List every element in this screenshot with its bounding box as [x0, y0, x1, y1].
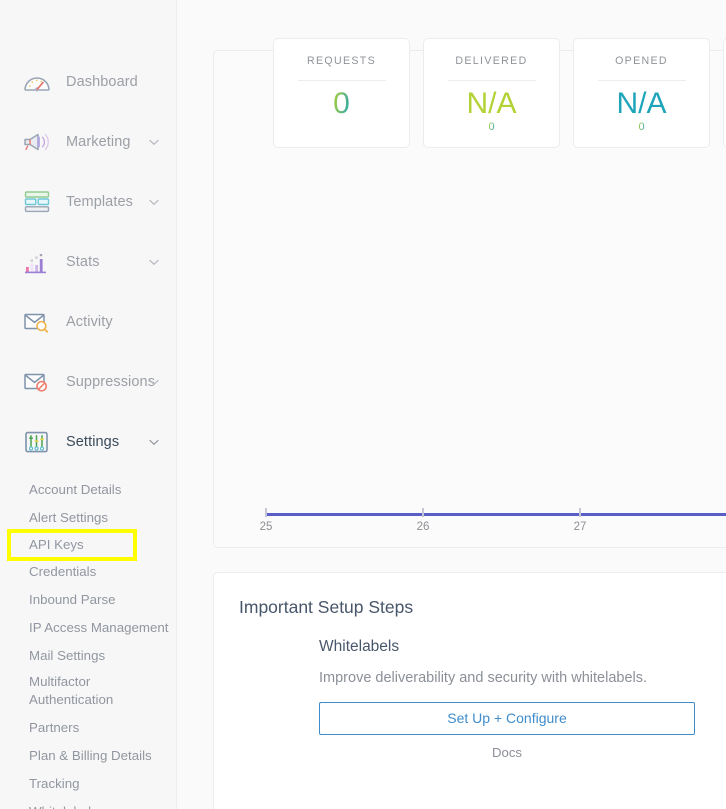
x-axis-tick — [422, 508, 424, 517]
sidebar-item-label: Suppressions — [66, 374, 156, 390]
bar-chart-icon — [22, 247, 52, 277]
settings-submenu: Account Details Alert Settings API Keys … — [0, 472, 176, 809]
chevron-down-icon[interactable] — [149, 259, 159, 267]
sidebar-subitem-tracking[interactable]: Tracking — [0, 770, 176, 798]
divider — [597, 80, 686, 81]
divider — [297, 80, 386, 81]
sidebar-subitem-ip-access-management[interactable]: IP Access Management — [0, 614, 176, 642]
setup-step-title: Whitelabels — [319, 638, 400, 655]
chevron-down-icon[interactable] — [149, 379, 159, 387]
sidebar-item-label: Settings — [66, 434, 120, 450]
sidebar-item-dashboard[interactable]: Dashboard — [0, 52, 176, 112]
stat-card-value: N/A — [616, 87, 667, 120]
sidebar-item-label: Activity — [66, 314, 113, 330]
template-layout-icon — [22, 187, 52, 217]
stat-card-delivered[interactable]: DELIVERED N/A 0 — [423, 38, 560, 148]
setup-step-description: Improve deliverability and security with… — [319, 670, 648, 686]
envelope-blocked-icon — [22, 367, 52, 397]
sidebar-item-label: Templates — [66, 194, 133, 210]
divider — [447, 80, 536, 81]
docs-link[interactable]: Docs — [319, 745, 695, 760]
main-content: 25 26 27 REQUESTS 0 DELIVERED N/A 0 OPEN… — [177, 0, 726, 809]
sidebar-item-templates[interactable]: Templates — [0, 172, 176, 232]
sidebar-item-label: Marketing — [66, 134, 131, 150]
stat-card-opened[interactable]: OPENED N/A 0 — [573, 38, 710, 148]
sidebar-subitem-inbound-parse[interactable]: Inbound Parse — [0, 586, 176, 614]
sidebar-subitem-alert-settings[interactable]: Alert Settings — [0, 504, 176, 532]
x-axis-tick-label: 27 — [573, 521, 587, 533]
sidebar-main-nav: Dashboard Marketing Templates Stats Acti… — [0, 0, 176, 472]
x-axis-tick — [579, 508, 581, 517]
sidebar-subitem-account-details[interactable]: Account Details — [0, 476, 176, 504]
app-root: Dashboard Marketing Templates Stats Acti… — [0, 0, 726, 809]
chevron-down-icon[interactable] — [149, 199, 159, 207]
sidebar-item-settings[interactable]: Settings — [0, 412, 176, 472]
sidebar: Dashboard Marketing Templates Stats Acti… — [0, 0, 177, 809]
megaphone-icon — [22, 127, 52, 157]
important-setup-steps-card: Important Setup Steps Whitelabels Improv… — [213, 572, 726, 809]
sidebar-item-suppressions[interactable]: Suppressions — [0, 352, 176, 412]
sidebar-subitem-credentials[interactable]: Credentials — [0, 558, 176, 586]
x-axis-tick-label: 26 — [416, 521, 430, 533]
sidebar-subitem-mail-settings[interactable]: Mail Settings — [0, 642, 176, 670]
stat-card-title: REQUESTS — [306, 55, 377, 67]
chart-series-line — [265, 513, 726, 516]
sidebar-subitem-whitelabels[interactable]: Whitelabels — [0, 798, 176, 809]
stats-summary-row: REQUESTS 0 DELIVERED N/A 0 OPENED N/A 0 — [273, 38, 726, 148]
gauge-icon — [22, 67, 52, 97]
sidebar-item-activity[interactable]: Activity — [0, 292, 176, 352]
stat-card-subvalue: 0 — [638, 120, 645, 133]
sidebar-item-label: Dashboard — [66, 74, 138, 90]
sidebar-item-marketing[interactable]: Marketing — [0, 112, 176, 172]
sidebar-subitem-partners[interactable]: Partners — [0, 714, 176, 742]
sidebar-subitem-multifactor-authentication[interactable]: Multifactor Authentication — [0, 670, 176, 714]
x-axis-tick-label: 25 — [259, 521, 273, 533]
setup-step-whitelabels: Whitelabels Improve deliverability and s… — [319, 638, 695, 760]
sliders-icon — [22, 427, 52, 457]
sidebar-subitem-api-keys[interactable]: API Keys — [7, 529, 137, 561]
stat-card-title: OPENED — [615, 55, 668, 67]
set-up-configure-button[interactable]: Set Up + Configure — [319, 702, 695, 736]
page-title: Important Setup Steps — [239, 597, 414, 617]
stat-card-subvalue: 0 — [488, 120, 495, 133]
envelope-search-icon — [22, 307, 52, 337]
sidebar-subitem-plan-billing-details[interactable]: Plan & Billing Details — [0, 742, 176, 770]
chevron-down-icon[interactable] — [149, 439, 159, 447]
sidebar-item-label: Stats — [66, 254, 100, 270]
stat-card-value: 0 — [333, 87, 350, 120]
stat-card-value: N/A — [466, 87, 517, 120]
x-axis-tick — [265, 508, 267, 517]
chevron-down-icon[interactable] — [149, 139, 159, 147]
sidebar-item-stats[interactable]: Stats — [0, 232, 176, 292]
stat-card-title: DELIVERED — [455, 55, 528, 67]
stat-card-requests[interactable]: REQUESTS 0 — [273, 38, 410, 148]
